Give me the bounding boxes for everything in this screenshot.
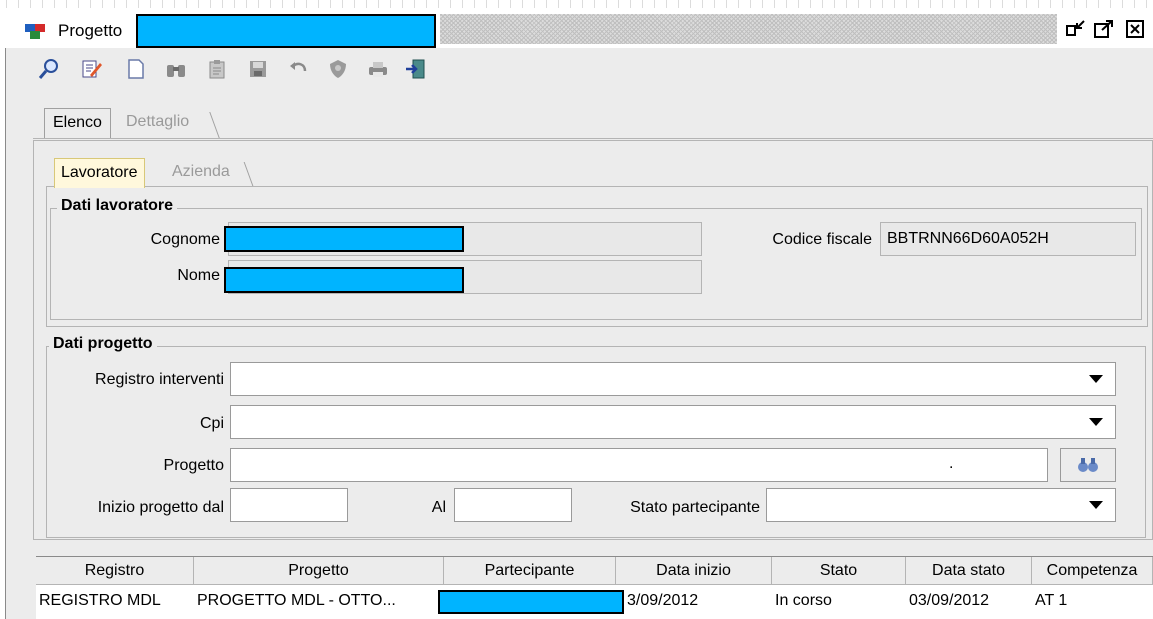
app-icon bbox=[24, 22, 50, 40]
exit-icon[interactable] bbox=[404, 56, 428, 82]
al-label: Al bbox=[431, 499, 446, 516]
paste-icon[interactable] bbox=[206, 56, 230, 82]
tab-dettaglio[interactable]: Dettaglio bbox=[118, 108, 197, 138]
redacted-cognome bbox=[224, 226, 464, 252]
table-cell-registro[interactable]: REGISTRO MDL bbox=[36, 588, 194, 614]
registro-interventi-select[interactable] bbox=[230, 362, 1116, 396]
codice-fiscale-field[interactable]: BBTRNN66D60A052H bbox=[880, 222, 1136, 256]
inizio-progetto-label: Inizio progetto dal bbox=[97, 499, 224, 516]
inner-frame-right bbox=[1147, 186, 1148, 326]
background-artifact bbox=[0, 0, 1153, 8]
cognome-label: Cognome bbox=[150, 231, 220, 248]
col-header-stato[interactable]: Stato bbox=[772, 557, 906, 585]
print-icon[interactable] bbox=[366, 56, 390, 82]
col-header-registro[interactable]: Registro bbox=[36, 557, 194, 585]
undo-icon[interactable] bbox=[286, 56, 310, 82]
chevron-down-icon bbox=[1089, 418, 1103, 426]
chevron-down-icon bbox=[1089, 375, 1103, 383]
table-cell-data-inizio[interactable]: 3/09/2012 bbox=[624, 588, 772, 614]
table-cell-competenza[interactable]: AT 1 bbox=[1032, 588, 1153, 614]
binoculars-icon[interactable] bbox=[164, 56, 188, 82]
shield-icon[interactable] bbox=[326, 56, 350, 82]
cpi-label: Cpi bbox=[199, 415, 224, 432]
redacted-partecipante bbox=[438, 590, 624, 614]
inner-frame-left bbox=[46, 186, 47, 326]
save-icon[interactable] bbox=[246, 56, 270, 82]
table-cell-data-stato[interactable]: 03/09/2012 bbox=[906, 588, 1032, 614]
col-header-data-inizio[interactable]: Data inizio bbox=[616, 557, 772, 585]
table-cell-stato[interactable]: In corso bbox=[772, 588, 906, 614]
new-document-icon[interactable] bbox=[124, 56, 148, 82]
tab-azienda[interactable]: Azienda bbox=[172, 158, 230, 186]
al-input[interactable] bbox=[454, 488, 572, 522]
maximize-icon[interactable] bbox=[1092, 18, 1116, 40]
col-header-competenza[interactable]: Competenza bbox=[1032, 557, 1153, 585]
tab-elenco[interactable]: Elenco bbox=[44, 108, 111, 138]
progetto-input[interactable]: . bbox=[230, 448, 1048, 482]
registro-interventi-label: Registro interventi bbox=[95, 371, 224, 388]
tab-strip-line bbox=[33, 138, 1153, 139]
dati-lavoratore-legend: Dati lavoratore bbox=[57, 197, 178, 215]
dati-progetto-legend: Dati progetto bbox=[49, 335, 157, 353]
progetto-label: Progetto bbox=[163, 457, 224, 474]
chevron-down-icon bbox=[1089, 501, 1103, 509]
col-header-partecipante[interactable]: Partecipante bbox=[444, 557, 616, 585]
window-title: Progetto bbox=[58, 21, 123, 40]
progetto-value: . bbox=[949, 455, 954, 472]
close-icon[interactable] bbox=[1124, 18, 1148, 40]
inner-tab-strip-line bbox=[46, 186, 1148, 187]
minimize-icon[interactable] bbox=[1064, 18, 1088, 40]
search-icon[interactable] bbox=[37, 56, 61, 82]
tab-lavoratore[interactable]: Lavoratore bbox=[54, 158, 145, 188]
binoculars-icon bbox=[1078, 458, 1098, 472]
inizio-progetto-input[interactable] bbox=[230, 488, 348, 522]
stato-partecipante-label: Stato partecipante bbox=[630, 499, 760, 516]
col-header-progetto[interactable]: Progetto bbox=[194, 557, 444, 585]
inner-frame-bottom bbox=[46, 326, 1148, 327]
redacted-title bbox=[136, 14, 436, 48]
col-header-data-stato[interactable]: Data stato bbox=[906, 557, 1032, 585]
nome-label: Nome bbox=[177, 267, 220, 284]
progetto-search-button[interactable] bbox=[1060, 448, 1116, 482]
table-cell-progetto[interactable]: PROGETTO MDL - OTTO... bbox=[194, 588, 444, 614]
title-bar-pattern bbox=[440, 14, 1057, 44]
stato-partecipante-select[interactable] bbox=[766, 488, 1116, 522]
cpi-select[interactable] bbox=[230, 405, 1116, 439]
codice-fiscale-label: Codice fiscale bbox=[772, 231, 872, 248]
edit-icon[interactable] bbox=[80, 56, 104, 82]
redacted-nome bbox=[224, 267, 464, 293]
